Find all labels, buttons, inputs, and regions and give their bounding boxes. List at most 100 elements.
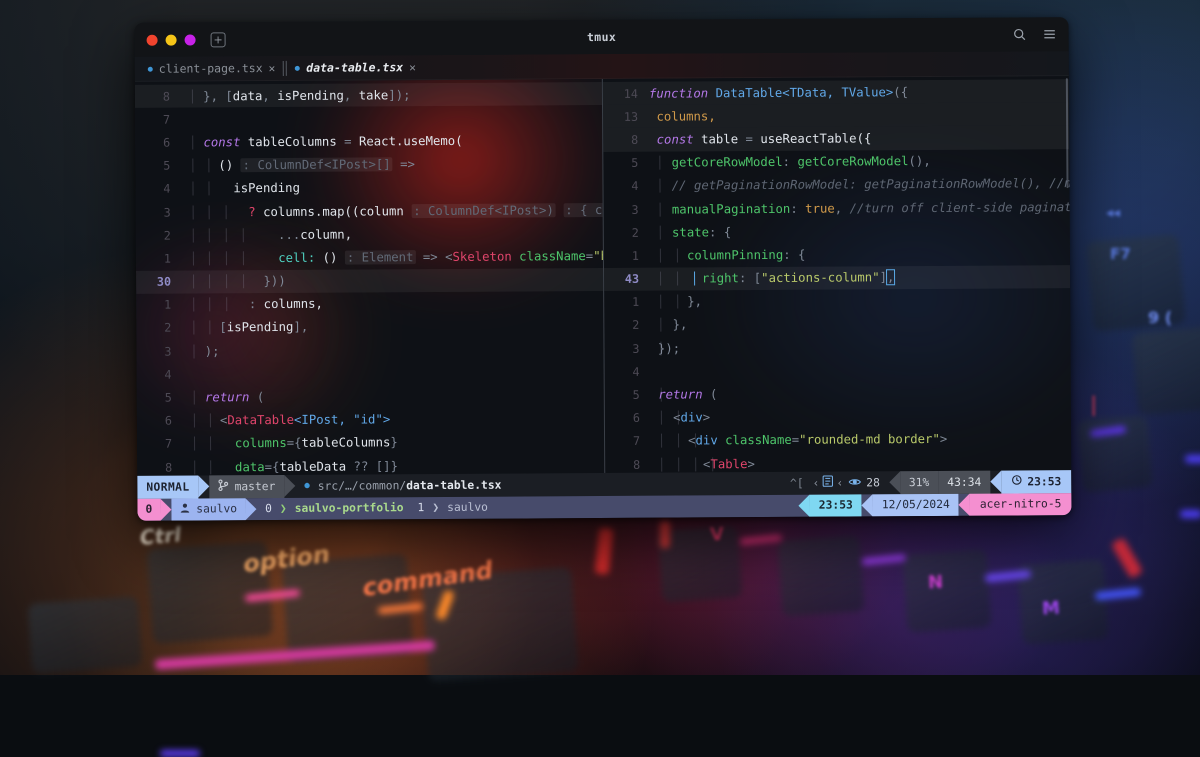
line-text: return ( bbox=[183, 388, 604, 405]
line-number: 7 bbox=[135, 112, 181, 126]
statusline-arrow bbox=[284, 475, 295, 497]
line-number: 7 bbox=[137, 437, 183, 451]
chevron-left-icon: ‹ bbox=[811, 476, 822, 489]
code-line: 6 <div> bbox=[605, 404, 1071, 430]
line-text: const tableColumns = React.useMemo( bbox=[181, 133, 602, 150]
minimize-button[interactable] bbox=[166, 34, 177, 45]
line-number: 14 bbox=[603, 86, 649, 100]
code-line: 4 bbox=[137, 360, 604, 386]
window-title: tmux bbox=[135, 27, 1069, 47]
code-line: 6 <DataTable<IPost, "id"> bbox=[137, 407, 604, 433]
blurred-keycap bbox=[1017, 559, 1108, 645]
line-number: 2 bbox=[604, 318, 650, 332]
statusline-arrow bbox=[799, 494, 810, 516]
line-text: data={tableData ?? []} bbox=[183, 458, 604, 475]
line-number: 13 bbox=[603, 109, 649, 123]
chevron-right-icon: ❯ bbox=[280, 502, 287, 515]
line-number: 3 bbox=[604, 202, 650, 216]
close-icon[interactable]: ✕ bbox=[409, 61, 416, 74]
line-text bbox=[183, 372, 604, 375]
key-label-ctrl: Ctrl bbox=[139, 522, 182, 549]
code-line: 8 <Table> bbox=[605, 450, 1071, 473]
file-path-segment[interactable]: ● src/…/common/data-table.tsx bbox=[295, 474, 510, 498]
editor-area: 8 }, [data, isPending, take]); 7 6 const… bbox=[135, 76, 1071, 476]
code-line: 5 return ( bbox=[605, 381, 1071, 407]
line-number: 4 bbox=[137, 367, 183, 381]
line-number: 6 bbox=[605, 411, 651, 425]
line-number: 3 bbox=[604, 341, 650, 355]
line-text: [isPending], bbox=[182, 318, 603, 335]
code-line-cursor: 30 })) bbox=[136, 268, 603, 294]
code-line: 5 getCoreRowModel: getCoreRowModel(), bbox=[603, 149, 1069, 175]
statusline-arrow bbox=[198, 476, 209, 498]
line-text: const table = useReactTable({ bbox=[649, 130, 1069, 147]
tab-client-page[interactable]: client-page.tsx ✕ bbox=[141, 56, 283, 81]
hamburger-menu-icon[interactable] bbox=[1043, 27, 1057, 41]
modified-dot-icon bbox=[295, 65, 300, 70]
tab-divider bbox=[283, 60, 284, 75]
search-icon[interactable] bbox=[1013, 27, 1027, 41]
line-number: 8 bbox=[135, 89, 181, 103]
rgb-underglow bbox=[1185, 455, 1200, 463]
code-line: 3 manualPagination: true, //turn off cli… bbox=[604, 195, 1070, 221]
tmux-time: 23:53 bbox=[810, 494, 862, 517]
blurred-keycap bbox=[777, 535, 864, 617]
tab-data-table[interactable]: data-table.tsx ✕ bbox=[288, 55, 423, 80]
line-number: 1 bbox=[604, 249, 650, 263]
code-line: 14function DataTable<TData, TValue>({ bbox=[603, 79, 1069, 105]
close-button[interactable] bbox=[147, 34, 158, 45]
blurred-keycap bbox=[28, 596, 143, 674]
tmux-window-list[interactable]: 0 ❯ saulvo-portfolio 1 ❯ saulvo bbox=[256, 496, 497, 520]
line-number: 4 bbox=[603, 179, 649, 193]
chevron-right-icon: ❯ bbox=[432, 501, 439, 514]
line-text: columnPinning: { bbox=[650, 246, 1070, 263]
tab-divider bbox=[286, 60, 287, 75]
tmux-date: 12/05/2024 bbox=[873, 493, 959, 516]
tmux-window-index-0: 0 bbox=[265, 502, 272, 515]
file-name: data-table.tsx bbox=[406, 478, 501, 492]
code-line: 8 const table = useReactTable({ bbox=[603, 126, 1069, 152]
clock-icon bbox=[1011, 475, 1022, 489]
tmux-user-segment: saulvo bbox=[171, 498, 245, 521]
git-branch-segment[interactable]: master bbox=[209, 475, 284, 498]
line-text: cell: () : Element => <Skeleton classNam… bbox=[182, 248, 604, 265]
eye-icon bbox=[848, 476, 861, 489]
user-icon bbox=[179, 502, 190, 516]
line-text: }, bbox=[650, 292, 1070, 309]
line-number: 2 bbox=[604, 225, 650, 239]
lsp-label: ^[ bbox=[783, 476, 811, 489]
line-text: columns, bbox=[649, 107, 1069, 124]
titlebar-actions bbox=[1013, 27, 1057, 41]
rgb-underglow bbox=[1111, 537, 1143, 579]
tmux-session-index: 0 bbox=[137, 498, 160, 521]
tmux-statusline-right: 23:53 12/05/2024 acer-nitro-5 bbox=[799, 493, 1072, 517]
line-text: function DataTable<TData, TValue>({ bbox=[649, 84, 1069, 101]
tab-label: data-table.tsx bbox=[306, 60, 403, 75]
key-label-m: M bbox=[1041, 598, 1060, 620]
rgb-underglow bbox=[862, 554, 906, 566]
statusline-arrow bbox=[862, 494, 873, 516]
editor-pane-right[interactable]: 14function DataTable<TData, TValue>({ 13… bbox=[602, 76, 1071, 473]
scroll-percent: 31% bbox=[900, 471, 939, 494]
modified-dot-icon: ● bbox=[304, 481, 309, 491]
code-line: 13 columns, bbox=[603, 102, 1069, 128]
maximize-button[interactable] bbox=[185, 34, 196, 45]
line-text: }, [data, isPending, take]); bbox=[181, 87, 602, 104]
window-controls[interactable] bbox=[147, 34, 196, 45]
key-label-bar: | bbox=[1090, 392, 1097, 416]
code-line: 7 <div className="rounded-md border"> bbox=[605, 427, 1071, 453]
git-branch-name: master bbox=[235, 480, 276, 493]
statusline-arrow bbox=[245, 498, 256, 520]
editor-pane-left[interactable]: 8 }, [data, isPending, take]); 7 6 const… bbox=[135, 79, 604, 476]
line-number-current: 30 bbox=[136, 275, 182, 289]
code-line: 2 }, bbox=[604, 311, 1070, 337]
code-line: 1 cell: () : Element => <Skeleton classN… bbox=[136, 244, 603, 270]
line-number: 5 bbox=[135, 159, 181, 173]
tmux-window-name-1: saulvo bbox=[447, 501, 488, 514]
close-icon[interactable]: ✕ bbox=[269, 61, 276, 74]
window-titlebar: + tmux bbox=[134, 17, 1068, 57]
line-number: 8 bbox=[603, 133, 649, 147]
modified-dot-icon bbox=[148, 66, 153, 71]
new-tab-button[interactable]: + bbox=[211, 32, 226, 47]
code-line: 2 state: { bbox=[604, 218, 1070, 244]
